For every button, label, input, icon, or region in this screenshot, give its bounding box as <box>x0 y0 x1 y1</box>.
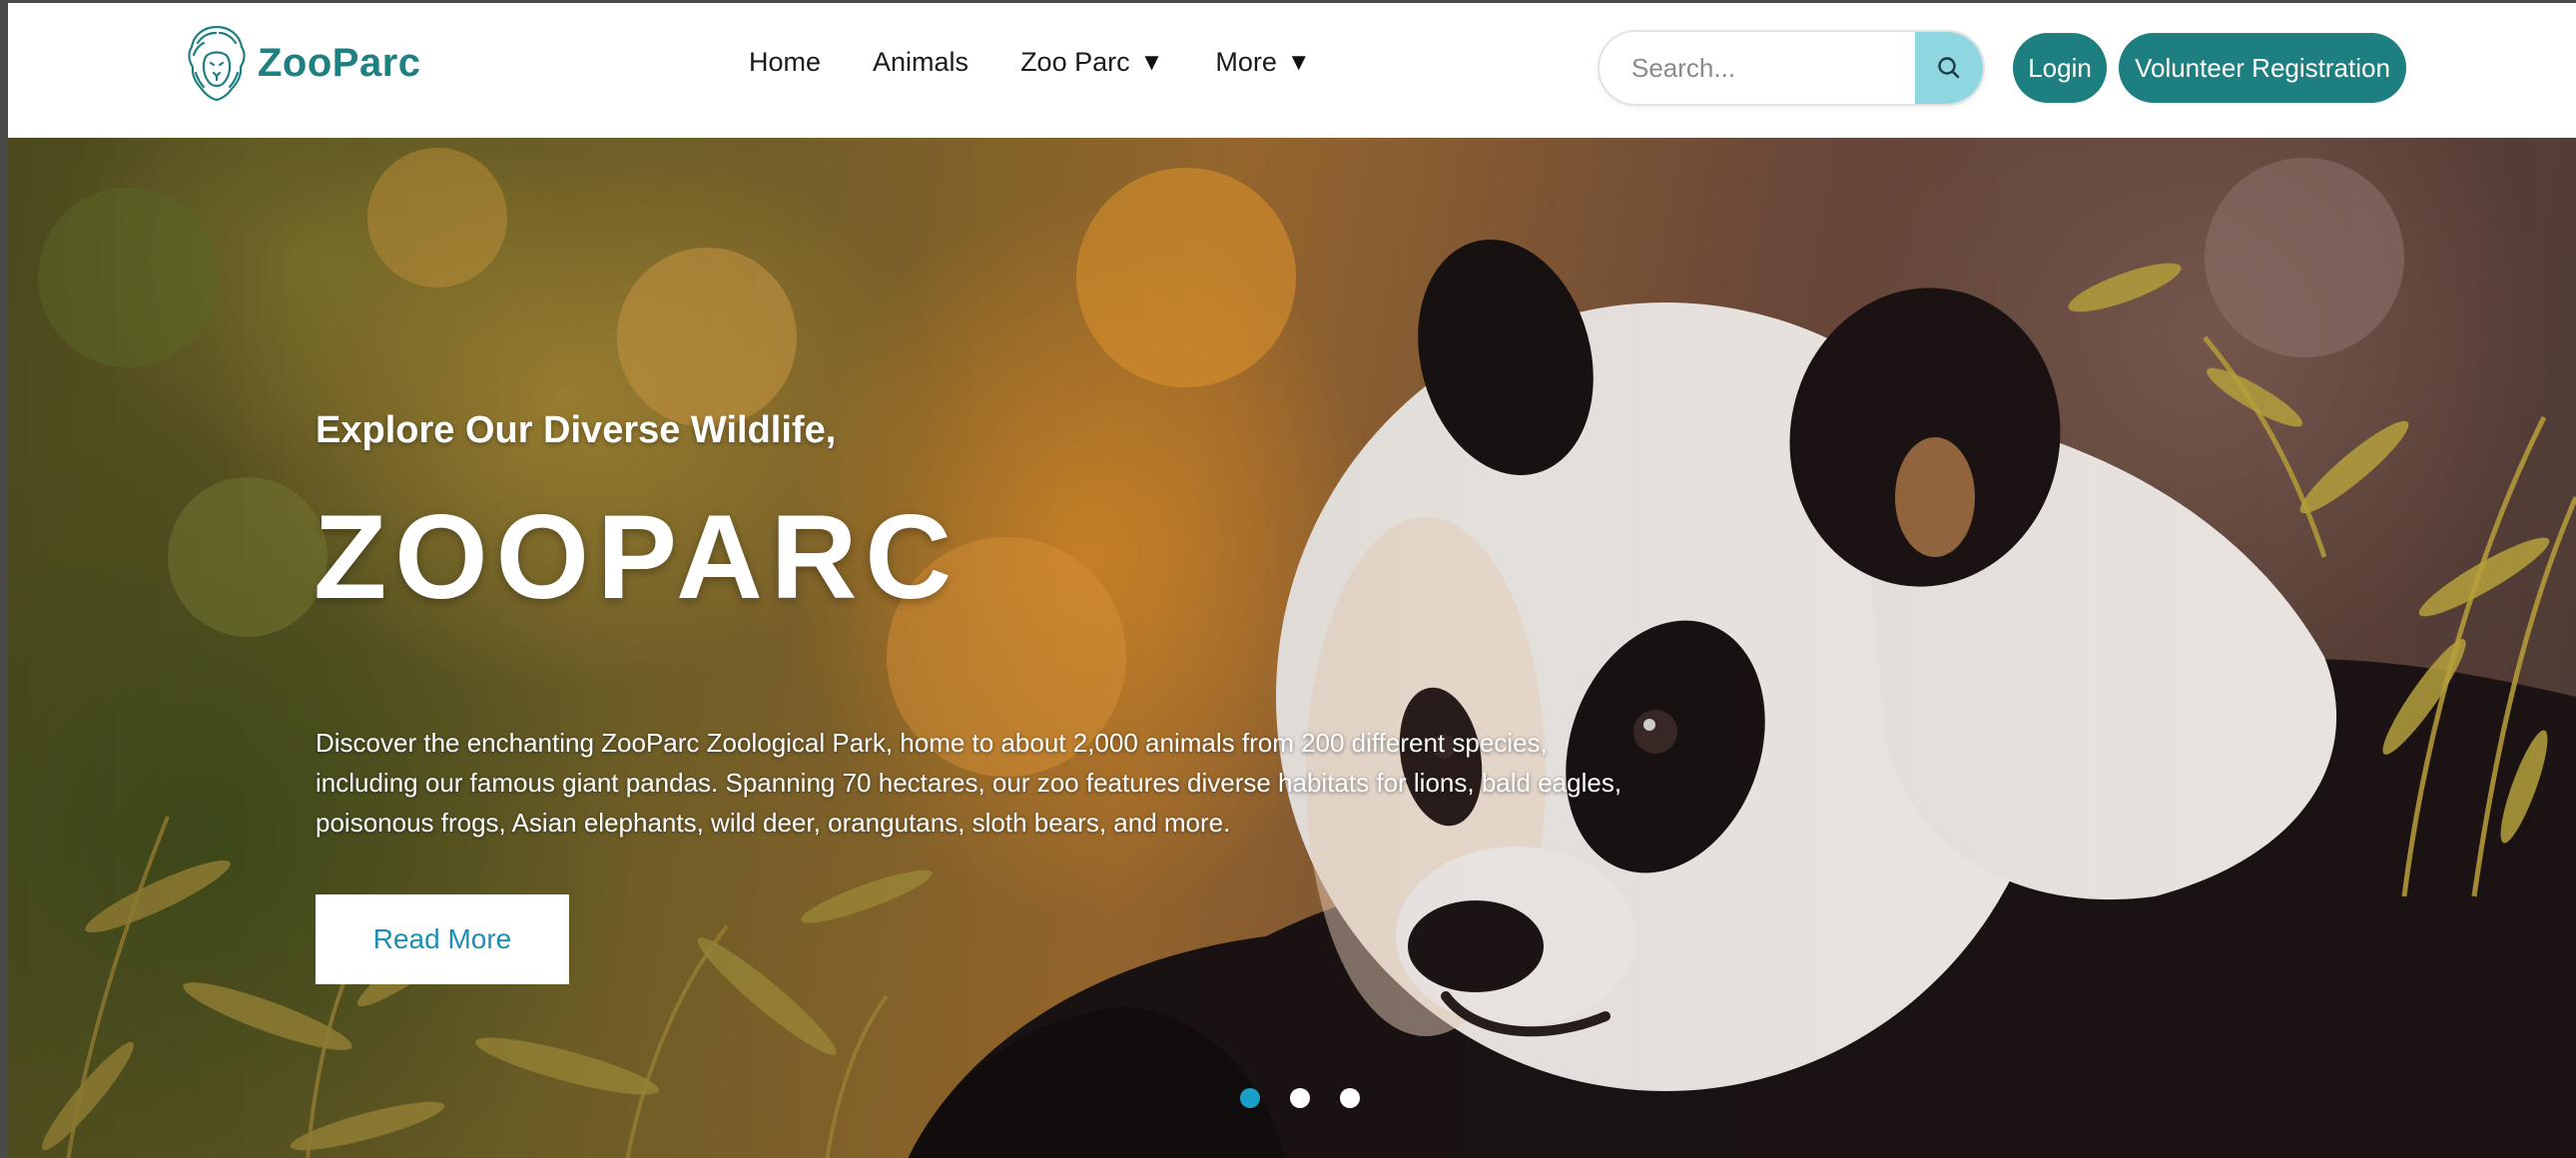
main-nav: Home Animals Zoo Parc ▼ More ▼ <box>749 47 1363 78</box>
hero-overlay <box>8 138 2576 1158</box>
nav-item-animals[interactable]: Animals <box>873 47 968 78</box>
brand-name: ZooParc <box>258 40 421 85</box>
nav-item-more[interactable]: More ▼ <box>1215 47 1310 78</box>
nav-item-zoo-parc[interactable]: Zoo Parc ▼ <box>1020 47 1163 78</box>
hero-description: Discover the enchanting ZooParc Zoologic… <box>316 728 1622 838</box>
nav-item-label: More <box>1215 47 1277 77</box>
carousel-dot-3[interactable] <box>1340 1088 1360 1108</box>
search-icon <box>1938 57 1960 79</box>
search-button[interactable] <box>1915 32 1983 104</box>
caret-down-icon: ▼ <box>1139 48 1164 76</box>
caret-down-icon: ▼ <box>1286 48 1311 76</box>
read-more-button[interactable]: Read More <box>316 894 569 984</box>
brand[interactable]: ZooParc <box>186 23 421 103</box>
volunteer-registration-button[interactable]: Volunteer Registration <box>2119 33 2406 103</box>
hero-kicker: Explore Our Diverse Wildlife, <box>316 409 837 451</box>
hero-banner: Explore Our Diverse Wildlife, ZOOPARC Di… <box>8 138 2576 1158</box>
lion-head-icon <box>188 25 246 102</box>
page: ZooParc Home Animals Zoo Parc ▼ More ▼ S… <box>0 0 2576 1158</box>
carousel-dot-1[interactable] <box>1240 1088 1260 1108</box>
nav-item-label: Zoo Parc <box>1020 47 1130 77</box>
nav-item-home[interactable]: Home <box>749 47 821 78</box>
search-bar <box>1598 30 1985 106</box>
carousel-indicators <box>1240 1088 1360 1108</box>
carousel-dot-2[interactable] <box>1290 1088 1310 1108</box>
login-button[interactable]: Login <box>2013 33 2107 103</box>
nav-item-label: Home <box>749 47 822 77</box>
search-input[interactable] <box>1600 32 1917 104</box>
top-navbar: ZooParc Home Animals Zoo Parc ▼ More ▼ S… <box>8 3 2576 135</box>
hero-title: ZOOPARC <box>314 490 961 624</box>
nav-item-label: Animals <box>873 47 969 77</box>
